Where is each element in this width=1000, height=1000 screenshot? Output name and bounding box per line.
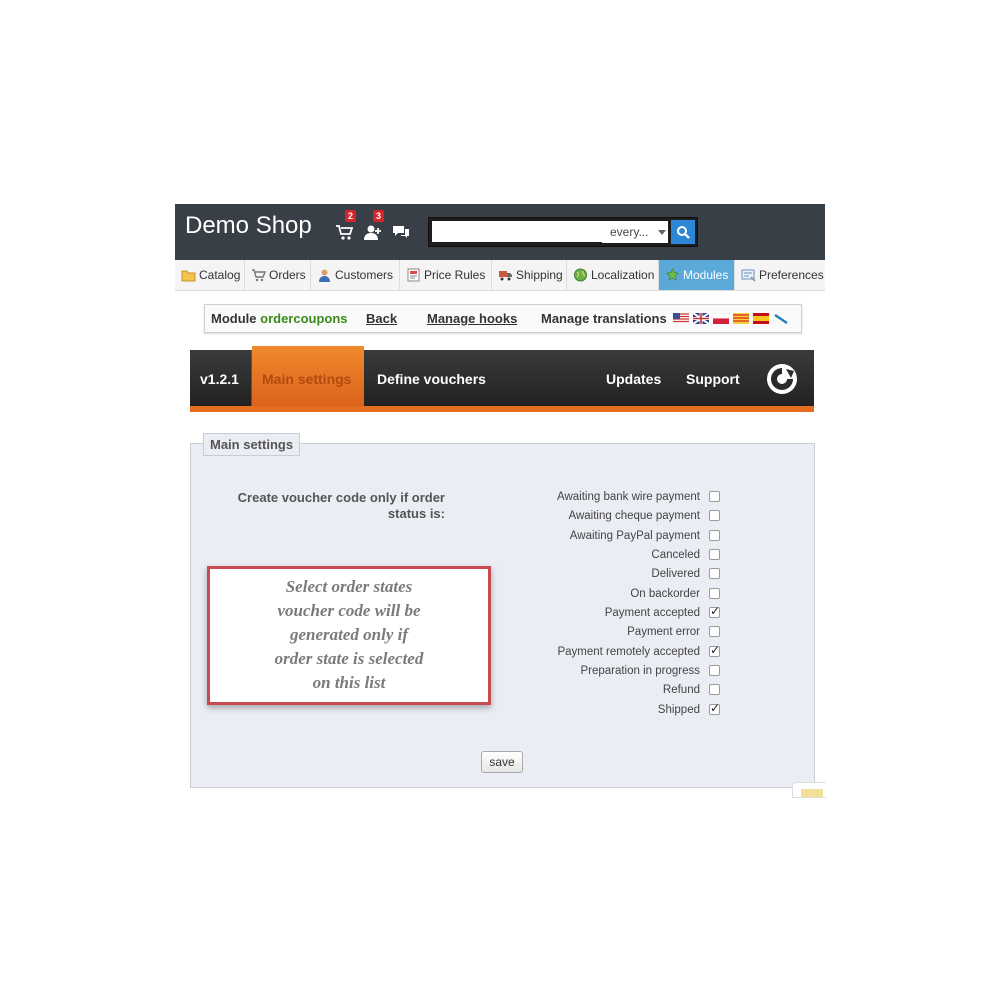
option-checkbox-awaiting-cheque[interactable] — [709, 510, 720, 521]
module-name: ordercoupons — [260, 311, 348, 326]
search-icon — [677, 226, 690, 239]
es-flag-icon[interactable] — [753, 313, 769, 324]
tab-localization[interactable]: Localization — [567, 260, 659, 290]
catalan-flag-icon[interactable] — [733, 313, 749, 324]
price-tag-icon — [407, 268, 420, 282]
option-label: Awaiting PayPal payment — [569, 530, 700, 542]
checkmark-icon: ✓ — [710, 604, 721, 618]
callout-line: order state is selected — [274, 649, 424, 668]
manage-hooks-link[interactable]: Manage hooks — [427, 311, 517, 326]
search-scope-select[interactable]: every... — [602, 221, 668, 243]
option-checkbox-delivered[interactable] — [709, 568, 720, 579]
option-label: Awaiting cheque payment — [568, 510, 701, 522]
new-customer-icon — [364, 225, 381, 240]
settings-legend: Main settings — [203, 433, 301, 456]
callout-line: on this list — [312, 673, 386, 692]
shop-title[interactable]: Demo Shop — [185, 212, 312, 240]
tab-customers[interactable]: Customers — [311, 260, 400, 290]
customers-notification[interactable]: 3 — [363, 210, 385, 242]
save-button[interactable]: save — [481, 751, 523, 773]
option-label: Preparation in progress — [580, 665, 700, 677]
option-checkbox-canceled[interactable] — [709, 549, 720, 560]
option-label: Canceled — [651, 549, 700, 561]
module-logo-icon — [767, 364, 797, 394]
tab-main-settings[interactable]: Main settings — [252, 346, 364, 410]
checkmark-icon: ✓ — [710, 643, 721, 657]
tab-orders[interactable]: Orders — [245, 260, 311, 290]
tab-define-vouchers[interactable]: Define vouchers — [377, 371, 486, 387]
cart-badge: 2 — [345, 210, 357, 222]
customers-badge: 3 — [373, 210, 385, 222]
tab-modules[interactable]: Modules — [659, 260, 735, 290]
option-label: On backorder — [630, 588, 700, 600]
tab-updates[interactable]: Updates — [606, 371, 661, 387]
uk-flag-icon[interactable] — [693, 313, 709, 324]
manage-translations-label: Manage translations — [541, 311, 667, 326]
cart-icon — [336, 225, 354, 240]
puzzle-icon — [666, 268, 679, 281]
tab-shipping[interactable]: Shipping — [492, 260, 567, 290]
folder-icon — [181, 270, 196, 282]
option-label: Delivered — [651, 568, 700, 580]
admin-header: Demo Shop 2 3 every... — [175, 204, 825, 260]
callout-line: Select order states — [285, 577, 413, 596]
option-label: Payment remotely accepted — [557, 646, 700, 658]
option-label: Payment error — [627, 626, 700, 638]
user-icon — [319, 269, 330, 282]
order-status-question: Create voucher code only if order status… — [237, 490, 445, 521]
option-checkbox-shipped[interactable]: ✓ — [709, 701, 721, 715]
callout-line: voucher code will be — [277, 601, 421, 620]
cart-notification[interactable]: 2 — [335, 210, 357, 242]
cart-icon — [252, 269, 266, 282]
messages-icon — [393, 226, 409, 238]
option-label: Payment accepted — [604, 607, 700, 619]
module-header-underline — [190, 406, 814, 412]
help-callout: Select order states voucher code will be… — [207, 566, 491, 705]
checkmark-icon: ✓ — [710, 701, 721, 715]
search-button[interactable] — [671, 220, 695, 244]
tab-catalog[interactable]: Catalog — [175, 260, 245, 290]
option-checkbox-payment-remotely-accepted[interactable]: ✓ — [709, 643, 721, 657]
pl-flag-icon[interactable] — [713, 313, 729, 324]
preferences-icon — [741, 269, 756, 282]
option-label: Shipped — [657, 704, 700, 716]
option-checkbox-payment-error[interactable] — [709, 626, 720, 637]
module-version: v1.2.1 — [200, 371, 239, 387]
search-input[interactable] — [432, 221, 602, 242]
callout-line: generated only if — [289, 625, 409, 644]
search-bar: every... — [428, 217, 698, 247]
module-toolbar: Module ordercoupons Back Manage hooks Ma… — [204, 304, 802, 333]
option-checkbox-preparation-in-progress[interactable] — [709, 665, 720, 676]
edit-icon[interactable] — [773, 313, 789, 324]
option-checkbox-on-backorder[interactable] — [709, 588, 720, 599]
option-label: Refund — [662, 684, 700, 696]
module-label: Module ordercoupons — [211, 311, 348, 326]
messages-notification[interactable] — [391, 222, 411, 242]
search-scope-value: every... — [610, 225, 649, 239]
module-header: v1.2.1 Main settings Define vouchers Upd… — [190, 346, 814, 410]
corner-widget[interactable] — [792, 782, 826, 798]
option-checkbox-refund[interactable] — [709, 684, 720, 695]
tab-preferences[interactable]: Preferences — [735, 260, 825, 290]
option-checkbox-payment-accepted[interactable]: ✓ — [709, 604, 721, 618]
chevron-down-icon — [658, 230, 666, 235]
truck-icon — [499, 271, 512, 281]
us-flag-icon[interactable] — [673, 313, 689, 324]
option-label: Awaiting bank wire payment — [557, 491, 700, 503]
main-navigation: Catalog Orders Customers Price Rules Shi… — [175, 260, 825, 291]
option-checkbox-awaiting-bank-wire[interactable] — [709, 491, 720, 502]
back-link[interactable]: Back — [366, 311, 397, 326]
tab-price-rules[interactable]: Price Rules — [400, 260, 492, 290]
translation-flags — [673, 313, 789, 324]
tab-support[interactable]: Support — [686, 371, 740, 387]
globe-icon — [574, 268, 587, 282]
option-checkbox-awaiting-paypal[interactable] — [709, 530, 720, 541]
